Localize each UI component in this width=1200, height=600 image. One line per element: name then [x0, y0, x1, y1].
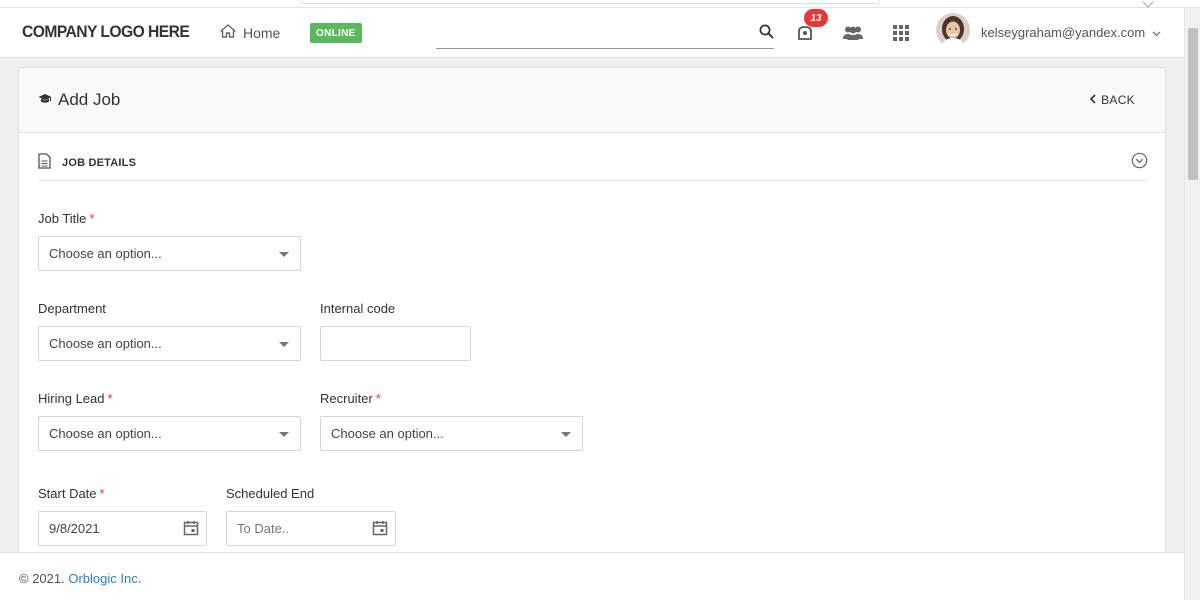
section-title: JOB DETAILS — [62, 156, 137, 169]
home-label: Home — [243, 24, 281, 41]
dropdown-arrow-icon — [279, 342, 289, 347]
hiring-lead-label: Hiring Lead * — [38, 391, 113, 406]
page-title: Add Job — [38, 90, 120, 110]
department-field: Department Choose an option... — [38, 301, 301, 361]
scrollbar-thumb[interactable] — [1188, 28, 1198, 180]
start-date-field: Start Date * 9/8/2021 — [38, 486, 207, 546]
back-button[interactable]: BACK — [1089, 93, 1135, 107]
department-select[interactable]: Choose an option... — [38, 326, 301, 361]
calendar-icon[interactable] — [183, 520, 199, 539]
company-link[interactable]: Orblogic Inc. — [68, 571, 141, 586]
back-label: BACK — [1101, 93, 1135, 107]
top-navbar: COMPANY LOGO HERE Home ONLINE 13 kelseyg… — [0, 8, 1184, 58]
scheduled-end-label: Scheduled End — [226, 486, 315, 501]
dropdown-arrow-icon — [561, 432, 571, 437]
recruiter-label: Recruiter * — [320, 391, 381, 406]
start-date-input[interactable]: 9/8/2021 — [38, 511, 207, 546]
chevron-down-icon — [1152, 25, 1161, 40]
add-job-card: Add Job BACK JOB DETAILS Job Title * Choo… — [18, 67, 1166, 557]
search-icon[interactable] — [759, 24, 774, 44]
search-input[interactable] — [436, 18, 736, 47]
department-label: Department — [38, 301, 106, 316]
scheduled-end-input[interactable]: To Date.. — [226, 511, 396, 546]
dropdown-arrow-icon — [279, 432, 289, 437]
start-date-label: Start Date * — [38, 486, 105, 501]
internal-code-input[interactable] — [320, 326, 471, 361]
notification-count-badge: 13 — [804, 9, 828, 27]
status-badge: ONLINE — [310, 23, 362, 43]
job-title-label: Job Title * — [38, 211, 95, 226]
users-icon[interactable] — [842, 25, 864, 41]
home-icon — [220, 24, 236, 41]
browser-chevron-icon — [1142, 0, 1154, 8]
company-logo[interactable]: COMPANY LOGO HERE — [22, 22, 190, 42]
dropdown-arrow-icon — [279, 252, 289, 257]
user-avatar[interactable] — [936, 13, 970, 47]
page-footer: © 2021. Orblogic Inc. — [0, 552, 1184, 600]
chevron-left-icon — [1089, 93, 1096, 107]
hiring-lead-select[interactable]: Choose an option... — [38, 416, 301, 451]
address-bar-edge — [300, 0, 880, 4]
job-title-field: Job Title * Choose an option... — [38, 211, 301, 271]
graduation-cap-icon — [38, 90, 52, 110]
user-menu[interactable]: kelseygraham@yandex.com — [981, 25, 1161, 40]
browser-top-strip — [0, 0, 1200, 8]
user-email: kelseygraham@yandex.com — [981, 25, 1146, 40]
hiring-lead-field: Hiring Lead * Choose an option... — [38, 391, 301, 451]
document-icon — [38, 153, 51, 172]
internal-code-field: Internal code — [320, 301, 471, 361]
page-title-text: Add Job — [58, 90, 121, 109]
scheduled-end-field: Scheduled End To Date.. — [226, 486, 396, 546]
page-scrollbar[interactable] — [1184, 8, 1200, 600]
internal-code-label: Internal code — [320, 301, 396, 316]
job-details-section-header[interactable]: JOB DETAILS — [38, 146, 1148, 181]
apps-grid-icon[interactable] — [893, 25, 909, 41]
home-link[interactable]: Home — [220, 24, 280, 41]
collapse-chevron-icon[interactable] — [1131, 152, 1148, 174]
card-header: Add Job BACK — [19, 68, 1165, 133]
search-bar — [436, 18, 774, 49]
recruiter-field: Recruiter * Choose an option... — [320, 391, 583, 451]
job-title-select[interactable]: Choose an option... — [38, 236, 301, 271]
calendar-icon[interactable] — [372, 520, 388, 539]
recruiter-select[interactable]: Choose an option... — [320, 416, 583, 451]
copyright-text: © 2021. Orblogic Inc. — [19, 571, 142, 586]
